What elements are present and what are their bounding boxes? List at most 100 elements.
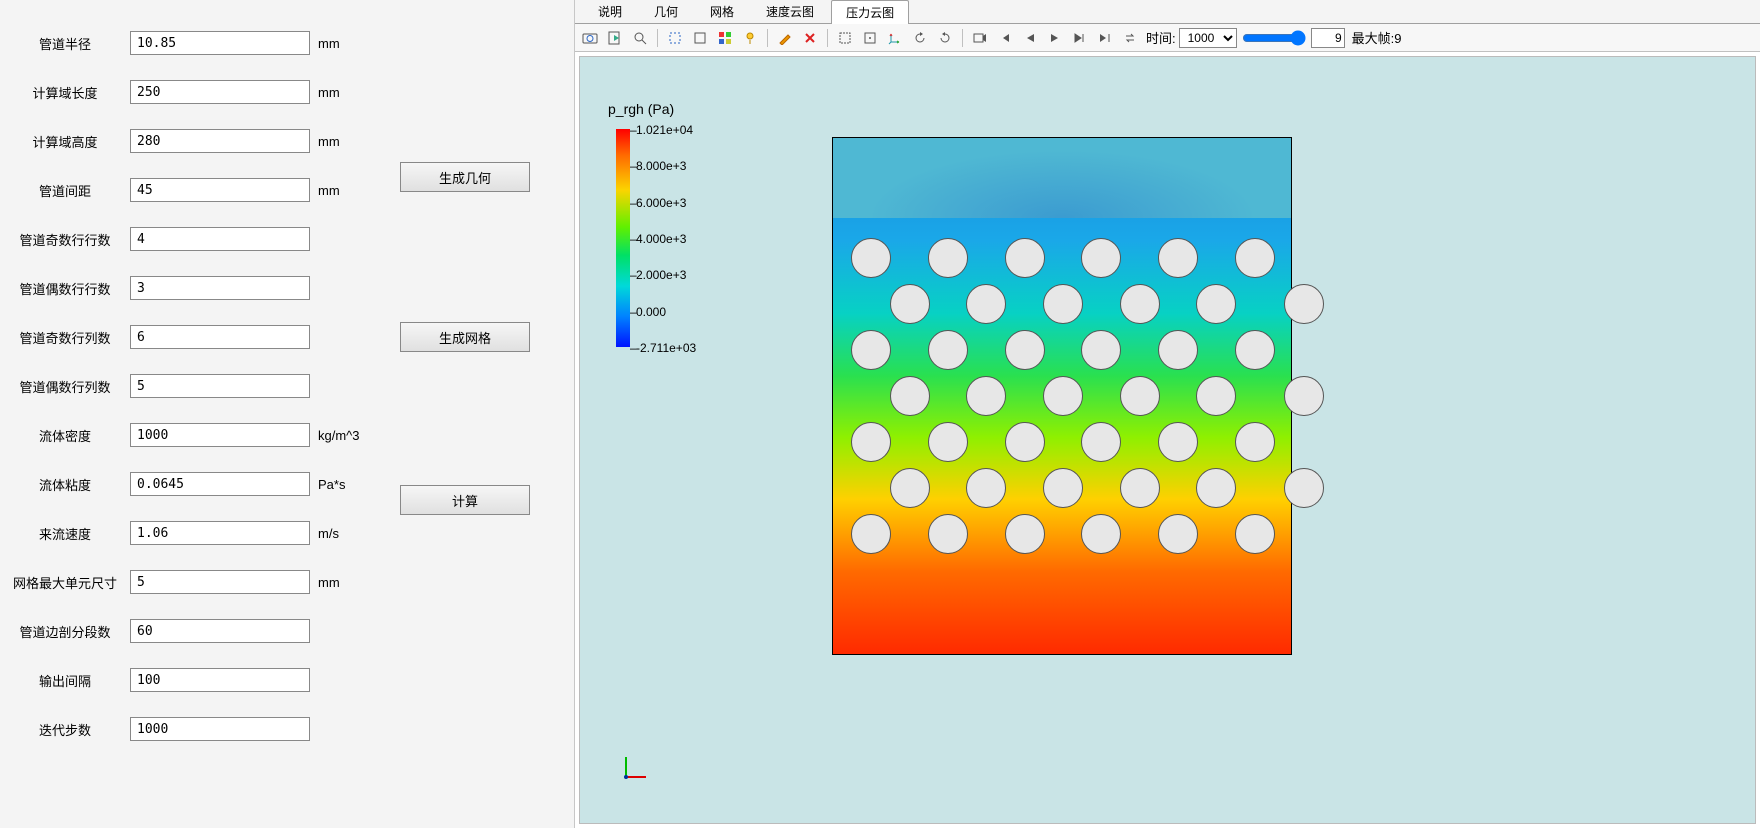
param-label: 管道间距 xyxy=(0,181,130,200)
param-input[interactable] xyxy=(130,325,310,349)
tab-2[interactable]: 网格 xyxy=(695,0,749,23)
rotate-ccw-icon[interactable] xyxy=(909,27,931,49)
first-frame-icon[interactable] xyxy=(994,27,1016,49)
legend-tick: 6.000e+3 xyxy=(636,196,686,210)
pipe xyxy=(1005,330,1045,370)
zoom-icon[interactable] xyxy=(629,27,651,49)
prev-frame-icon[interactable] xyxy=(1019,27,1041,49)
pipe xyxy=(1158,514,1198,554)
pipe xyxy=(1081,422,1121,462)
cube-icon[interactable] xyxy=(689,27,711,49)
render-viewport[interactable]: p_rgh (Pa) 1.021e+048.000e+36.000e+34.00… xyxy=(579,56,1756,824)
pipe xyxy=(851,514,891,554)
pipe xyxy=(890,284,930,324)
pipe xyxy=(1120,468,1160,508)
palette-icon[interactable] xyxy=(714,27,736,49)
crosshair-icon[interactable] xyxy=(859,27,881,49)
param-unit: kg/m^3 xyxy=(310,428,365,443)
param-input[interactable] xyxy=(130,178,310,202)
param-input[interactable] xyxy=(130,423,310,447)
param-unit: mm xyxy=(310,183,365,198)
param-label: 管道偶数行行数 xyxy=(0,279,130,298)
pipe xyxy=(1043,376,1083,416)
max-frame-label: 最大帧:9 xyxy=(1352,28,1402,47)
param-input[interactable] xyxy=(130,668,310,692)
last-frame-icon[interactable] xyxy=(1094,27,1116,49)
pipe xyxy=(928,422,968,462)
param-row: 管道偶数行列数 xyxy=(0,371,574,401)
pipe xyxy=(1081,514,1121,554)
tab-4[interactable]: 压力云图 xyxy=(831,0,909,24)
pipe xyxy=(1196,468,1236,508)
param-label: 流体粘度 xyxy=(0,475,130,494)
param-label: 计算域长度 xyxy=(0,83,130,102)
pipe xyxy=(1120,376,1160,416)
loop-icon[interactable] xyxy=(1119,27,1141,49)
param-row: 迭代步数 xyxy=(0,714,574,744)
export-icon[interactable] xyxy=(604,27,626,49)
light-icon[interactable] xyxy=(739,27,761,49)
param-label: 管道奇数行列数 xyxy=(0,328,130,347)
param-unit: Pa*s xyxy=(310,477,365,492)
param-unit: mm xyxy=(310,36,365,51)
legend-tick: 2.000e+3 xyxy=(636,268,686,282)
param-label: 计算域高度 xyxy=(0,132,130,151)
param-label: 管道偶数行列数 xyxy=(0,377,130,396)
legend-tick: 1.021e+04 xyxy=(636,123,693,137)
frame-input[interactable] xyxy=(1311,28,1345,48)
tab-1[interactable]: 几何 xyxy=(639,0,693,23)
play-icon[interactable] xyxy=(1044,27,1066,49)
param-input[interactable] xyxy=(130,31,310,55)
tab-strip: 说明几何网格速度云图压力云图 xyxy=(575,0,1760,24)
pipe xyxy=(851,422,891,462)
param-input[interactable] xyxy=(130,570,310,594)
param-input[interactable] xyxy=(130,80,310,104)
pipe xyxy=(890,376,930,416)
param-input[interactable] xyxy=(130,472,310,496)
param-input[interactable] xyxy=(130,521,310,545)
pipe xyxy=(928,238,968,278)
param-label: 来流速度 xyxy=(0,524,130,543)
pipe xyxy=(966,468,1006,508)
rotate-cw-icon[interactable] xyxy=(934,27,956,49)
generate-geometry-button[interactable]: 生成几何 xyxy=(400,162,530,192)
marquee-icon[interactable] xyxy=(834,27,856,49)
param-input[interactable] xyxy=(130,276,310,300)
delete-icon[interactable] xyxy=(799,27,821,49)
tab-0[interactable]: 说明 xyxy=(583,0,637,23)
param-input[interactable] xyxy=(130,129,310,153)
legend-tick: 8.000e+3 xyxy=(636,159,686,173)
param-label: 管道奇数行行数 xyxy=(0,230,130,249)
param-input[interactable] xyxy=(130,619,310,643)
record-icon[interactable] xyxy=(969,27,991,49)
axes-icon[interactable] xyxy=(884,27,906,49)
generate-mesh-button[interactable]: 生成网格 xyxy=(400,322,530,352)
color-legend: p_rgh (Pa) 1.021e+048.000e+36.000e+34.00… xyxy=(608,101,674,123)
box-select-icon[interactable] xyxy=(664,27,686,49)
param-input[interactable] xyxy=(130,717,310,741)
param-input[interactable] xyxy=(130,227,310,251)
param-label: 管道半径 xyxy=(0,34,130,53)
brush-icon[interactable] xyxy=(774,27,796,49)
camera-icon[interactable] xyxy=(579,27,601,49)
pipe xyxy=(1005,422,1045,462)
pipe xyxy=(1235,330,1275,370)
next-frame-icon[interactable] xyxy=(1069,27,1091,49)
param-row: 管道边剖分段数 xyxy=(0,616,574,646)
pressure-contour xyxy=(832,137,1292,655)
pipe-half xyxy=(1284,468,1324,508)
time-select[interactable]: 1000 xyxy=(1179,28,1237,48)
separator xyxy=(827,29,828,47)
visualization-panel: 说明几何网格速度云图压力云图 时间: 1000 最大帧:9 xyxy=(575,0,1760,828)
tab-3[interactable]: 速度云图 xyxy=(751,0,829,23)
legend-bar xyxy=(616,129,630,347)
pipe-half xyxy=(1284,284,1324,324)
pipe xyxy=(1158,422,1198,462)
pipe xyxy=(1196,376,1236,416)
param-input[interactable] xyxy=(130,374,310,398)
frame-slider[interactable] xyxy=(1242,30,1306,46)
param-label: 输出间隔 xyxy=(0,671,130,690)
legend-tick: -2.711e+03 xyxy=(636,341,696,355)
calculate-button[interactable]: 计算 xyxy=(400,485,530,515)
pipe xyxy=(851,238,891,278)
